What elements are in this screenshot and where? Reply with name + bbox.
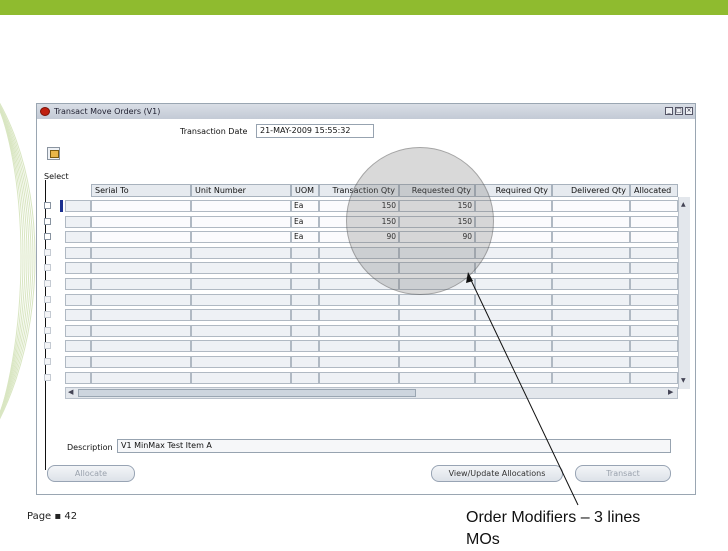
callout-line-1: Order Modifiers – 3 lines [466,509,641,526]
callout-line-2: MOs [466,531,500,548]
callout-pointer [466,272,579,506]
callout-text: Order Modifiers – 3 lines MOs [466,507,640,551]
page-number: Page ▪ 42 [27,511,78,522]
